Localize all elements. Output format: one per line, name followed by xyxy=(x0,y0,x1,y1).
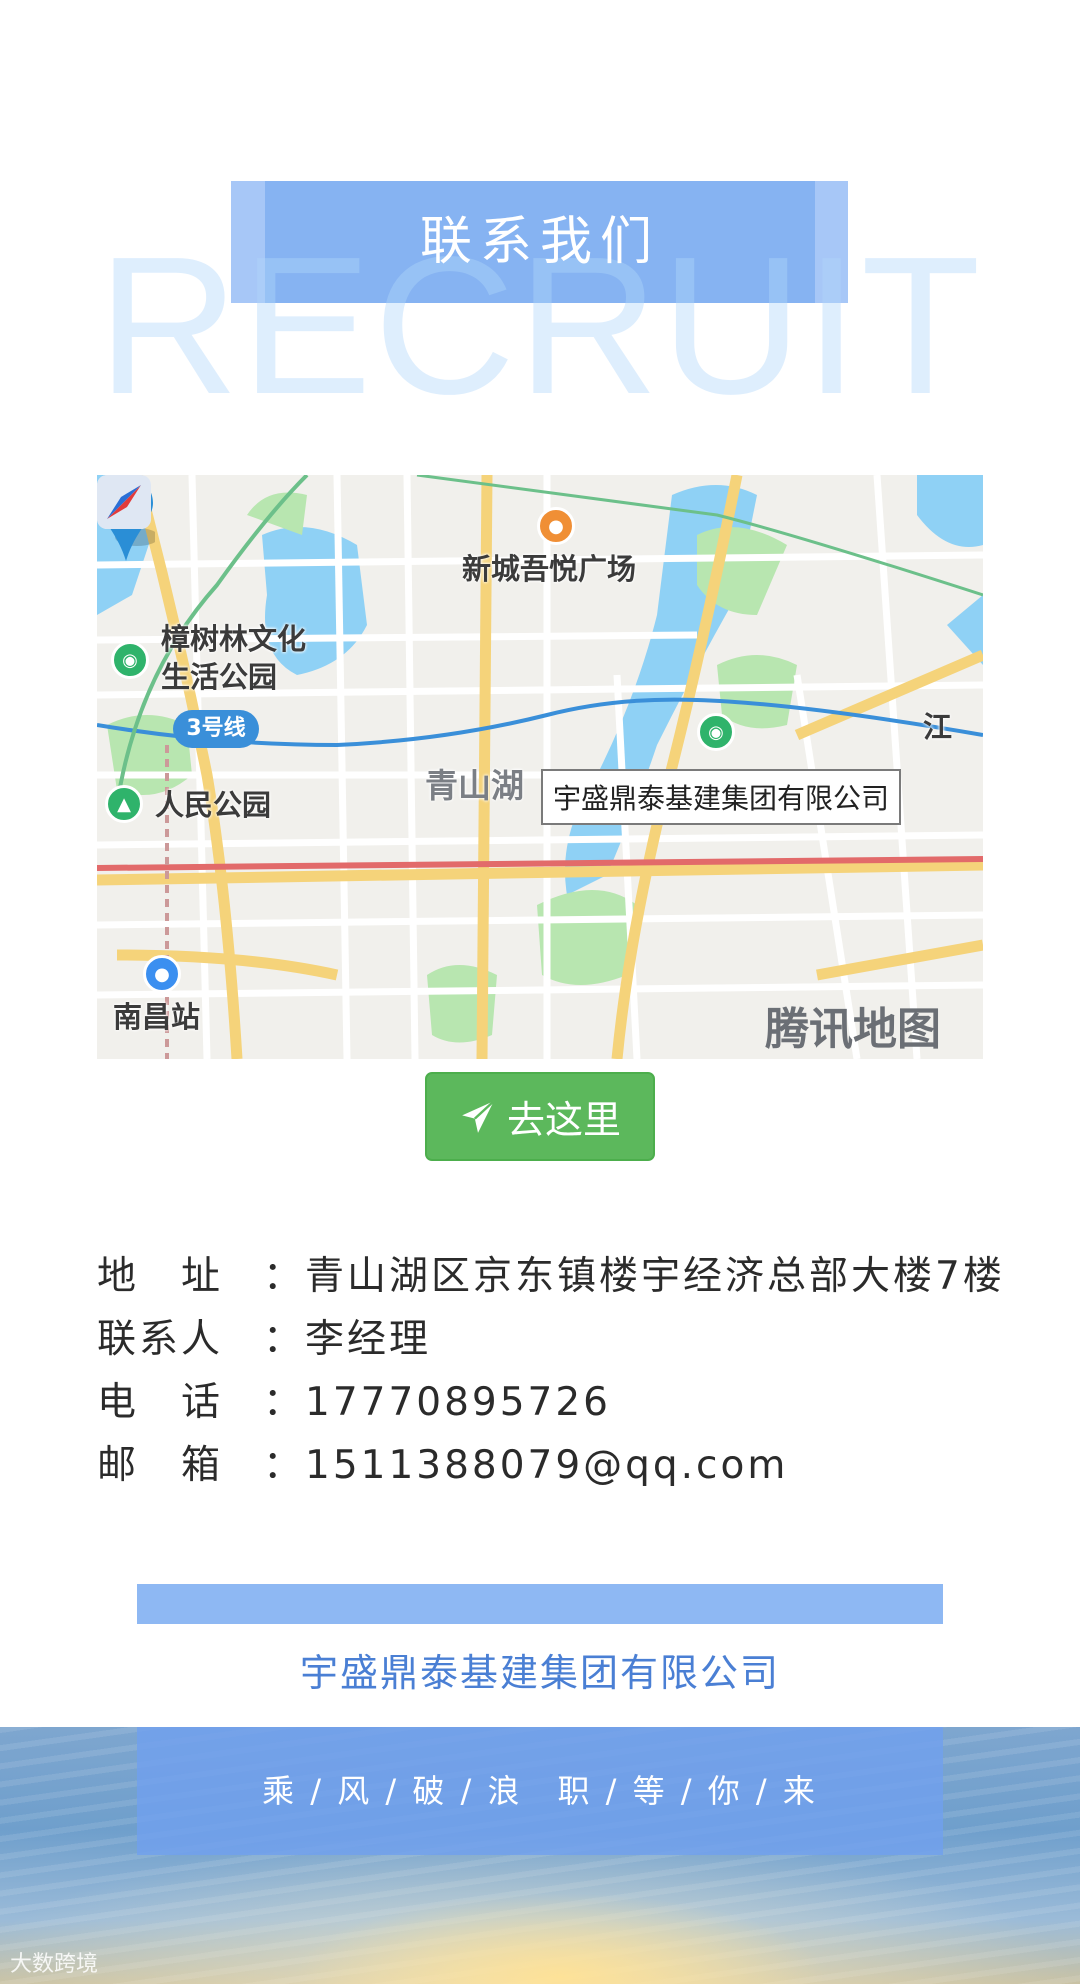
tree-park-icon: ▲ xyxy=(105,785,143,823)
contact-row-address: 地 址 ： 青山湖区京东镇楼宇经济总部大楼7楼 xyxy=(97,1245,1005,1308)
address-value: 青山湖区京东镇楼宇经济总部大楼7楼 xyxy=(305,1254,1005,1299)
footer-company-name: 宇盛鼎泰基建集团有限公司 xyxy=(299,1651,780,1695)
recruit-slogan: 乘 / 风 / 破 / 浪 职 / 等 / 你 / 来 xyxy=(262,1772,818,1810)
map-label-plaza: 新城吾悦广场 xyxy=(462,552,637,586)
map-marker-tooltip: 宇盛鼎泰基建集团有限公司 xyxy=(541,769,902,825)
contact-info: 地 址 ： 青山湖区京东镇楼宇经济总部大楼7楼 联系人 ： 李经理 电 话 ： … xyxy=(97,1245,1005,1497)
scenic-camera-icon: ◉ xyxy=(697,713,735,751)
footer-divider-bar xyxy=(137,1584,943,1624)
phone-value[interactable]: 17770895726 xyxy=(305,1371,611,1434)
email-value[interactable]: 1511388079@qq.com xyxy=(305,1434,788,1497)
navigate-button-label: 去这里 xyxy=(506,1098,621,1142)
contact-row-email: 邮 箱 ： 1511388079@qq.com xyxy=(97,1434,1005,1497)
colon: ： xyxy=(263,1443,306,1488)
tencent-map-logo-icon xyxy=(97,475,151,529)
email-label: 邮 箱 xyxy=(97,1443,224,1488)
colon: ： xyxy=(263,1380,306,1425)
colon: ： xyxy=(263,1254,306,1299)
map-label-culture-park-1: 樟树林文化 xyxy=(161,622,307,656)
map-label-station: 南昌站 xyxy=(113,1000,201,1034)
brand-watermark: 大数跨境 xyxy=(10,1952,99,1977)
contact-row-phone: 电 话 ： 17770895726 xyxy=(97,1371,1005,1434)
contact-row-person: 联系人 ： 李经理 xyxy=(97,1308,1005,1371)
train-station-icon: ● xyxy=(143,955,181,993)
map-label-district: 青山湖 xyxy=(425,766,524,805)
map-provider-label: 腾讯地图 xyxy=(765,1004,941,1055)
map-label-culture-park-2: 生活公园 xyxy=(161,660,278,694)
map-label-east-partial: 江 xyxy=(923,710,953,744)
page-title: 联系我们 xyxy=(419,212,660,272)
contact-person-label: 联系人 xyxy=(97,1317,224,1362)
park-camera-icon: ◉ xyxy=(111,641,149,679)
phone-label: 电 话 xyxy=(97,1380,224,1425)
colon: ： xyxy=(263,1317,306,1362)
address-label: 地 址 xyxy=(97,1254,224,1299)
paper-plane-icon xyxy=(462,1099,495,1133)
shopping-icon: ● xyxy=(537,507,575,545)
map-label-people-park: 人民公园 xyxy=(155,788,272,822)
navigate-button[interactable]: 去这里 xyxy=(425,1072,655,1161)
contact-person-value: 李经理 xyxy=(305,1317,432,1362)
location-map[interactable]: ● 新城吾悦广场 ◉ 樟树林文化 生活公园 3号线 ▲ 人民公园 青山湖 ◉ 江… xyxy=(97,475,983,1059)
metro-line-badge: 3号线 xyxy=(173,710,259,748)
